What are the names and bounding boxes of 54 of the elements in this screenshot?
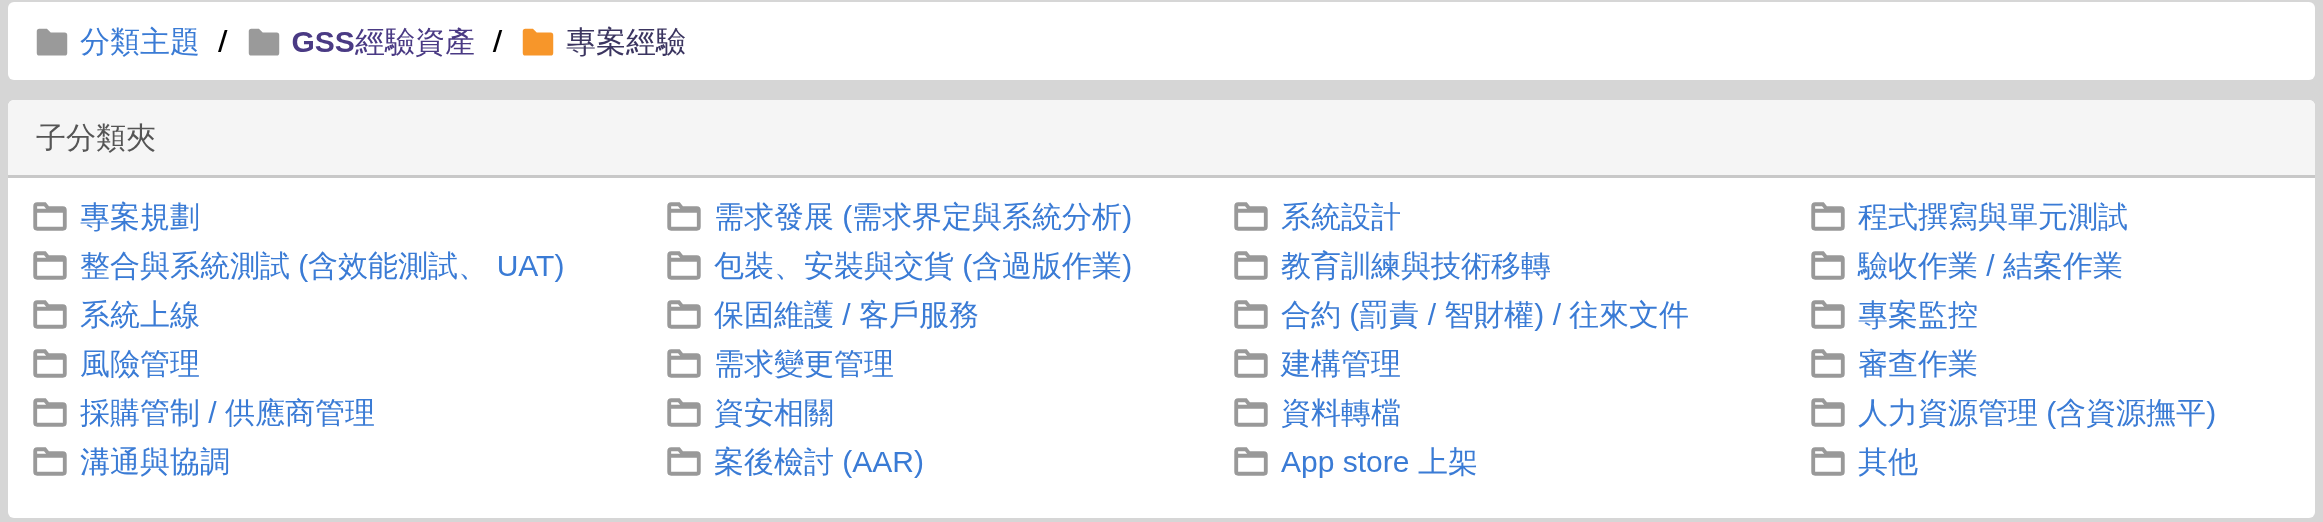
subfolder-link[interactable]: 資安相關 [714, 390, 834, 435]
subfolder-link[interactable]: 人力資源管理 (含資源撫平) [1858, 390, 2217, 435]
subfolder-link[interactable]: 建構管理 [1281, 341, 1401, 386]
panel-title: 子分類夾 [36, 120, 156, 156]
folder-icon [1233, 299, 1269, 330]
folder-icon [1233, 397, 1269, 428]
subfolder-link[interactable]: 風險管理 [80, 341, 200, 386]
subfolder-link[interactable]: 採購管制 / 供應商管理 [80, 390, 375, 435]
folder-icon [1233, 250, 1269, 281]
folder-icon [1810, 446, 1846, 477]
folder-icon [666, 397, 702, 428]
subfolder-link[interactable]: 需求發展 (需求界定與系統分析) [714, 194, 1133, 239]
folder-icon [32, 446, 68, 477]
subfolder-link[interactable]: 合約 (罰責 / 智財權) / 往來文件 [1281, 292, 1690, 337]
breadcrumb-separator: / [218, 24, 228, 58]
folder-icon [32, 348, 68, 379]
folder-icon [1233, 201, 1269, 232]
subfolder-link[interactable]: App store 上架 [1281, 439, 1478, 484]
subfolder-link[interactable]: 程式撰寫與單元測試 [1858, 194, 2128, 239]
subfolder-link[interactable]: 專案監控 [1858, 292, 1978, 337]
subfolder-link[interactable]: 需求變更管理 [714, 341, 894, 386]
subfolder-link[interactable]: 案後檢討 (AAR) [714, 439, 924, 484]
current-folder-label: 專案經驗 [566, 23, 687, 60]
subfolder-link[interactable]: 包裝、安裝與交貨 (含過版作業) [714, 243, 1133, 288]
folder-icon [32, 250, 68, 281]
folder-icon [666, 446, 702, 477]
subfolder-link[interactable]: 教育訓練與技術移轉 [1281, 243, 1551, 288]
folder-icon [1810, 201, 1846, 232]
subfolder-link[interactable]: 審查作業 [1858, 341, 1978, 386]
folder-icon [1810, 250, 1846, 281]
subfolder-link[interactable]: 系統設計 [1281, 194, 1401, 239]
breadcrumb-separator: / [492, 24, 503, 58]
folder-icon [1233, 348, 1269, 379]
folder-icon [32, 299, 68, 330]
folder-icon [666, 299, 702, 330]
subfolder-link[interactable]: 保固維護 / 客戶服務 [714, 292, 979, 337]
folder-icon [1233, 446, 1269, 477]
folder-icon [1810, 397, 1846, 428]
breadcrumb-link[interactable]: 分類主題 [80, 18, 200, 64]
folder-icon [32, 201, 68, 232]
folder-icon [1810, 299, 1846, 330]
breadcrumb-link[interactable]: GSS經驗資產 [291, 18, 475, 64]
folder-icon [1810, 348, 1846, 379]
subfolder-link[interactable]: 整合與系統測試 (含效能測試、 UAT) [80, 243, 565, 288]
folder-icon [666, 250, 702, 281]
subfolder-link[interactable]: 專案規劃 [80, 194, 200, 239]
subfolder-link[interactable]: 其他 [1858, 439, 1918, 484]
subfolder-link[interactable]: 驗收作業 / 結案作業 [1858, 243, 2123, 288]
folder-icon [666, 201, 702, 232]
folder-icon [666, 348, 702, 379]
folder-icon [32, 397, 68, 428]
subfolder-link[interactable]: 溝通與協調 [80, 439, 230, 484]
subfolder-link[interactable]: 系統上線 [80, 292, 200, 337]
subfolder-link[interactable]: 資料轉檔 [1281, 390, 1401, 435]
